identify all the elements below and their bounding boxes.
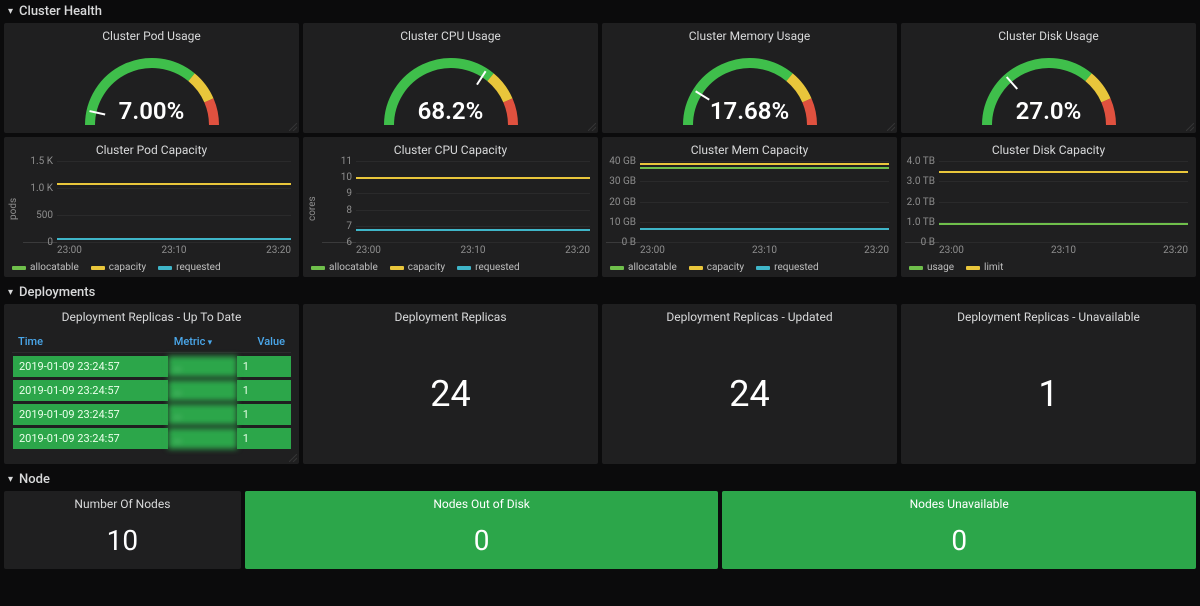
plot[interactable]: 67891011 23:0023:1023:20 [322, 161, 590, 256]
panel-title: Cluster Pod Usage [4, 23, 299, 43]
gauge: 7.00% [4, 43, 299, 135]
legend-item[interactable]: capacity [689, 262, 744, 273]
panel-title: Nodes Unavailable [722, 491, 1196, 511]
legend-item[interactable]: capacity [91, 262, 146, 273]
stat-value: 24 [303, 324, 598, 464]
x-axis-ticks: 23:0023:1023:20 [23, 243, 291, 256]
gauge-value: 68.2% [366, 97, 536, 125]
deployment-replicas-updated-panel[interactable]: Deployment Replicas - Updated 24 [602, 304, 897, 464]
stat-value: 0 [722, 511, 1196, 569]
stat-value: 0 [245, 511, 719, 569]
gauge: 68.2% [303, 43, 598, 135]
panel-title: Cluster Mem Capacity [602, 137, 897, 157]
y-axis-label: cores [307, 161, 318, 256]
panel-title: Nodes Out of Disk [245, 491, 719, 511]
capacity-chart-panel[interactable]: Cluster CPU Capacity cores 67891011 23:0… [303, 137, 598, 277]
panel-title: Deployment Replicas - Unavailable [901, 304, 1196, 324]
gauge-panel[interactable]: Cluster Pod Usage 7.00% [4, 23, 299, 133]
node-stat-panel[interactable]: Nodes Out of Disk 0 [245, 491, 719, 569]
legend-item[interactable]: capacity [390, 262, 445, 273]
capacity-chart-panel[interactable]: Cluster Mem Capacity 0 B10 GB20 GB30 GB4… [602, 137, 897, 277]
panel-title: Cluster CPU Capacity [303, 137, 598, 157]
node-row: Number Of Nodes 10 Nodes Out of Disk 0 N… [0, 491, 1200, 573]
capacity-chart-panel[interactable]: Cluster Disk Capacity 0 B1.0 TB2.0 TB3.0… [901, 137, 1196, 277]
chevron-down-icon: ▾ [8, 474, 13, 485]
gauge-value: 17.68% [665, 97, 835, 125]
gauge: 17.68% [602, 43, 897, 135]
x-axis-ticks: 23:0023:1023:20 [905, 243, 1188, 256]
table-row[interactable]: 2019-01-09 23:24:57…1 [12, 380, 291, 401]
panel-title: Cluster Disk Capacity [901, 137, 1196, 157]
panel-title: Deployment Replicas - Updated [602, 304, 897, 324]
stat-value: 1 [901, 324, 1196, 464]
gauge-panel[interactable]: Cluster Memory Usage 17.68% [602, 23, 897, 133]
section-header-deployments[interactable]: ▾ Deployments [0, 281, 1200, 304]
legend-item[interactable]: allocatable [311, 262, 378, 273]
panel-title: Cluster CPU Usage [303, 23, 598, 43]
node-stat-panel[interactable]: Number Of Nodes 10 [4, 491, 241, 569]
legend: allocatable capacity requested [4, 258, 299, 277]
legend-item[interactable]: limit [966, 262, 1003, 273]
gauge: 27.0% [901, 43, 1196, 135]
chevron-down-icon: ▾ [8, 287, 13, 298]
panel-title: Deployment Replicas [303, 304, 598, 324]
x-axis-ticks: 23:0023:1023:20 [322, 243, 590, 256]
panel-title: Number Of Nodes [4, 491, 241, 511]
gauge-panel[interactable]: Cluster Disk Usage 27.0% [901, 23, 1196, 133]
legend-item[interactable]: allocatable [610, 262, 677, 273]
table-row[interactable]: 2019-01-09 23:24:57…1 [12, 356, 291, 377]
legend-item[interactable]: requested [457, 262, 519, 273]
plot[interactable]: 0 B10 GB20 GB30 GB40 GB 23:0023:1023:20 [606, 161, 889, 256]
section-title: Deployments [19, 285, 95, 300]
table-row[interactable]: 2019-01-09 23:24:57…1 [12, 428, 291, 449]
stat-value: 10 [4, 511, 241, 569]
plot[interactable]: 0 B1.0 TB2.0 TB3.0 TB4.0 TB 23:0023:1023… [905, 161, 1188, 256]
gauges-row: Cluster Pod Usage 7.00% Cluster CPU Usag… [0, 23, 1200, 137]
legend-item[interactable]: requested [756, 262, 818, 273]
chevron-down-icon: ▾ [8, 6, 13, 17]
legend: allocatable capacity requested [602, 258, 897, 277]
panel-title: Cluster Memory Usage [602, 23, 897, 43]
capacity-chart-panel[interactable]: Cluster Pod Capacity pods 05001.0 K1.5 K… [4, 137, 299, 277]
deployments-row: Deployment Replicas - Up To Date Time Me… [0, 304, 1200, 468]
col-value[interactable]: Value [237, 331, 291, 353]
node-stat-panel[interactable]: Nodes Unavailable 0 [722, 491, 1196, 569]
gauge-value: 7.00% [67, 97, 237, 125]
deployment-replicas-table-panel[interactable]: Deployment Replicas - Up To Date Time Me… [4, 304, 299, 464]
section-title: Cluster Health [19, 4, 102, 19]
col-time[interactable]: Time [12, 331, 168, 353]
deployment-replicas-panel[interactable]: Deployment Replicas 24 [303, 304, 598, 464]
panel-title: Deployment Replicas - Up To Date [4, 304, 299, 324]
legend-item[interactable]: usage [909, 262, 954, 273]
panel-title: Cluster Pod Capacity [4, 137, 299, 157]
legend-item[interactable]: allocatable [12, 262, 79, 273]
col-metric[interactable]: Metric [168, 331, 237, 353]
deployment-replicas-table: Time Metric Value 2019-01-09 23:24:57…1 2… [4, 324, 299, 458]
legend: usage limit [901, 258, 1196, 277]
gauge-panel[interactable]: Cluster CPU Usage 68.2% [303, 23, 598, 133]
capacity-row: Cluster Pod Capacity pods 05001.0 K1.5 K… [0, 137, 1200, 281]
deployment-replicas-unavailable-panel[interactable]: Deployment Replicas - Unavailable 1 [901, 304, 1196, 464]
section-title: Node [19, 472, 50, 487]
x-axis-ticks: 23:0023:1023:20 [606, 243, 889, 256]
panel-title: Cluster Disk Usage [901, 23, 1196, 43]
section-header-cluster-health[interactable]: ▾ Cluster Health [0, 0, 1200, 23]
stat-value: 24 [602, 324, 897, 464]
legend-item[interactable]: requested [158, 262, 220, 273]
plot[interactable]: 05001.0 K1.5 K 23:0023:1023:20 [23, 161, 291, 256]
y-axis-label: pods [8, 161, 19, 256]
gauge-value: 27.0% [964, 97, 1134, 125]
table-row[interactable]: 2019-01-09 23:24:57…1 [12, 404, 291, 425]
legend: allocatable capacity requested [303, 258, 598, 277]
section-header-node[interactable]: ▾ Node [0, 468, 1200, 491]
